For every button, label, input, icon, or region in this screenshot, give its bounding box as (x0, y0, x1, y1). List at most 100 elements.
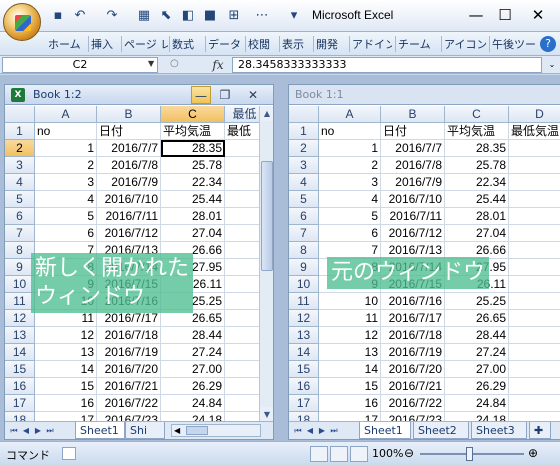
ribbon-tab[interactable]: アドイン (352, 36, 392, 53)
table-cell[interactable]: 2016/7/11 (97, 208, 161, 225)
table-cell[interactable]: 2016/7/18 (381, 327, 445, 344)
ribbon-tab[interactable]: データ (208, 36, 242, 53)
ribbon-tab[interactable]: 午後ツー (492, 36, 536, 53)
row-header[interactable]: 8 (289, 242, 319, 259)
table-cell[interactable]: 2016/7/19 (97, 344, 161, 361)
close-icon[interactable]: ✕ (243, 86, 263, 104)
scroll-up-icon[interactable]: ▲ (260, 106, 273, 121)
ribbon-tab[interactable]: 挿入 (91, 36, 119, 53)
table-cell[interactable]: 2016/7/20 (97, 361, 161, 378)
row-header[interactable]: 13 (5, 327, 35, 344)
minimize-button[interactable]: — (462, 4, 490, 26)
redo-icon[interactable]: ↷ (104, 8, 120, 24)
table-cell[interactable]: 2 (509, 293, 560, 310)
column-header[interactable]: A (35, 106, 97, 123)
table-cell[interactable]: 2 (509, 157, 560, 174)
close-button[interactable]: ✕ (524, 4, 552, 26)
row-header[interactable]: 7 (5, 225, 35, 242)
table-cell[interactable]: 平均気温 (161, 123, 225, 140)
table-cell[interactable]: 2016/7/9 (97, 174, 161, 191)
table-cell[interactable]: 25.44 (161, 191, 225, 208)
table-cell[interactable]: 27.00 (445, 361, 509, 378)
diagram-icon[interactable]: ⋯ (254, 8, 270, 24)
sheet-tab[interactable]: Shi (125, 422, 165, 439)
office-button[interactable] (3, 3, 41, 41)
formula-input[interactable]: 28.3458333333333 (232, 57, 542, 73)
table-cell[interactable]: 2 (509, 225, 560, 242)
row-header[interactable]: 3 (5, 157, 35, 174)
table-cell[interactable]: 24.84 (445, 395, 509, 412)
table-cell[interactable]: 28.44 (445, 327, 509, 344)
column-header[interactable]: B (381, 106, 445, 123)
scroll-left-icon[interactable]: ◀ (174, 425, 180, 437)
row-header[interactable]: 10 (289, 276, 319, 293)
row-header[interactable]: 16 (289, 378, 319, 395)
fill-icon[interactable]: ■ (202, 8, 218, 24)
workbook-window-new[interactable]: X Book 1:2 — ❐ ✕ A B C 最低 1 no 日付 平均気温 最低 2 1 2016/… (4, 84, 274, 440)
restore-icon[interactable]: ❐ (215, 86, 235, 104)
undo-icon[interactable]: ↶ (72, 8, 88, 24)
table-cell[interactable]: 12 (35, 327, 97, 344)
normal-view-icon[interactable] (310, 446, 328, 462)
sheet-tab[interactable]: Sheet2 (413, 422, 469, 439)
table-cell[interactable]: 27.04 (161, 225, 225, 242)
ribbon-tab[interactable]: 開発 (316, 36, 344, 53)
table-cell[interactable]: 2016/7/16 (381, 293, 445, 310)
table-cell[interactable]: 最低気温 (509, 123, 560, 140)
row-header[interactable]: 15 (289, 361, 319, 378)
table-cell[interactable]: 26.65 (445, 310, 509, 327)
table-cell[interactable]: 2 (509, 378, 560, 395)
table-cell[interactable]: 15 (35, 378, 97, 395)
row-header[interactable]: 2 (289, 140, 319, 157)
table-cell[interactable]: 28.01 (161, 208, 225, 225)
table-cell[interactable]: 28.44 (161, 327, 225, 344)
table-cell[interactable]: 11 (319, 310, 381, 327)
maximize-button[interactable]: ☐ (491, 4, 519, 26)
expand-formula-icon[interactable]: ⌄ (546, 57, 558, 73)
table-cell[interactable]: 2 (509, 276, 560, 293)
table-cell[interactable]: 2 (509, 191, 560, 208)
column-header[interactable]: D (509, 106, 560, 123)
zoom-out-icon[interactable]: ⊖ (404, 446, 414, 460)
row-header[interactable]: 15 (5, 361, 35, 378)
table-cell[interactable]: 16 (319, 395, 381, 412)
table-cell[interactable]: no (35, 123, 97, 140)
window-titlebar[interactable]: Book 1:1 (289, 85, 560, 105)
table-cell[interactable]: 2 (509, 344, 560, 361)
table-cell[interactable]: 24.84 (161, 395, 225, 412)
fx-icon[interactable]: fx (208, 57, 228, 73)
zoom-in-icon[interactable]: ⊕ (528, 446, 538, 460)
row-header[interactable]: 17 (289, 395, 319, 412)
macro-record-icon[interactable] (62, 447, 76, 460)
save-icon[interactable]: ▪ (50, 8, 66, 24)
table-cell[interactable]: 2 (509, 259, 560, 276)
active-cell[interactable]: 28.35 (161, 140, 225, 157)
table-cell[interactable]: 26.29 (161, 378, 225, 395)
minimize-icon[interactable]: — (191, 86, 211, 104)
table-cell[interactable]: 2 (35, 157, 97, 174)
table-cell[interactable]: 日付 (97, 123, 161, 140)
table-cell[interactable]: 日付 (381, 123, 445, 140)
ribbon-tab[interactable]: 数式 (172, 36, 202, 53)
table-cell[interactable]: 2016/7/9 (381, 174, 445, 191)
table-cell[interactable]: 3 (319, 174, 381, 191)
table-cell[interactable]: 2 (319, 157, 381, 174)
last-sheet-icon[interactable]: ⏭ (329, 425, 339, 437)
table-cell[interactable]: 2016/7/12 (97, 225, 161, 242)
ribbon-tab[interactable]: ホーム (48, 36, 86, 53)
scrollbar-thumb[interactable] (261, 161, 273, 271)
row-header[interactable]: 11 (289, 293, 319, 310)
last-sheet-icon[interactable]: ⏭ (45, 425, 55, 437)
table-cell[interactable]: 2016/7/10 (381, 191, 445, 208)
zoom-slider-thumb[interactable] (466, 447, 473, 461)
shape-icon[interactable]: ◧ (180, 8, 196, 24)
table-cell[interactable]: 4 (35, 191, 97, 208)
row-header[interactable]: 5 (5, 191, 35, 208)
table-cell[interactable]: 25.78 (445, 157, 509, 174)
table-cell[interactable]: 22.34 (161, 174, 225, 191)
table-cell[interactable]: 2016/7/20 (381, 361, 445, 378)
table-cell[interactable]: 25.44 (445, 191, 509, 208)
table-cell[interactable]: 2016/7/8 (97, 157, 161, 174)
ribbon-tab[interactable]: ページ レ (124, 36, 168, 53)
table-cell[interactable]: 2 (509, 174, 560, 191)
